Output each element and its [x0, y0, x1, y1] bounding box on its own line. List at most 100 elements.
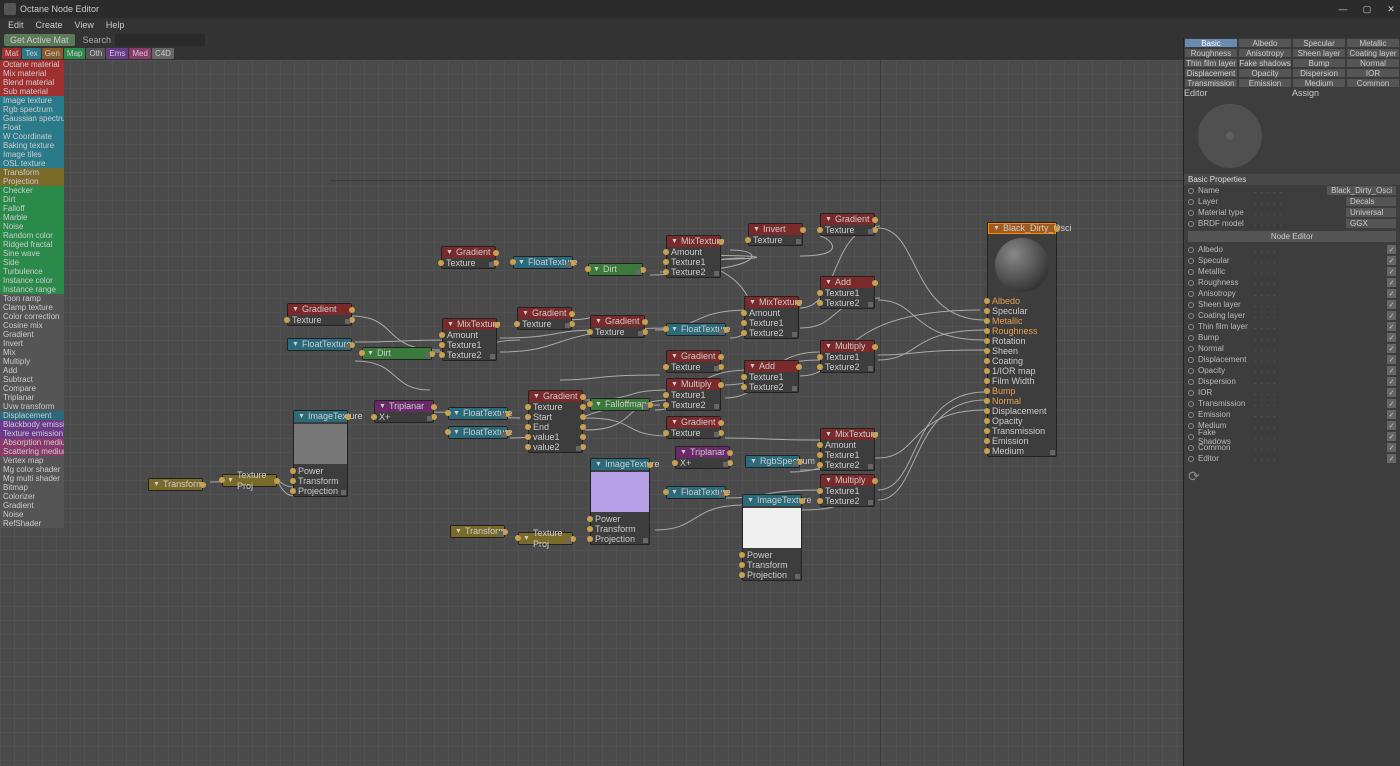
node-floattexture[interactable]: ▼FloatTexture — [666, 323, 726, 336]
sidebar-item[interactable]: Blend material — [0, 78, 64, 87]
keyframe-dot[interactable] — [1188, 210, 1194, 216]
checkbox[interactable]: ✓ — [1387, 322, 1396, 331]
sidebar-item[interactable]: Blackbody emission — [0, 420, 64, 429]
sidebar-item[interactable]: Turbulence — [0, 267, 64, 276]
node-texture-proj[interactable]: ▼Texture Proj — [222, 474, 277, 487]
keyframe-dot[interactable] — [1188, 368, 1194, 374]
node-imagetexture[interactable]: ▼ImageTexture Power Transform Projection — [590, 458, 650, 545]
checkbox[interactable]: ✓ — [1387, 256, 1396, 265]
sidebar-item[interactable]: Side — [0, 258, 64, 267]
sidebar-item[interactable]: Sub material — [0, 87, 64, 96]
keyframe-dot[interactable] — [1188, 247, 1194, 253]
sidebar-item[interactable]: Projection — [0, 177, 64, 186]
node-transform[interactable]: ▼Transform — [450, 525, 505, 538]
node-rgbspectrum[interactable]: ▼RgbSpectrum — [745, 455, 800, 468]
sidebar-item[interactable]: W Coordinate — [0, 132, 64, 141]
sidebar-item[interactable]: Falloff — [0, 204, 64, 213]
sidebar-item[interactable]: Image texture — [0, 96, 64, 105]
keyframe-dot[interactable] — [1188, 390, 1194, 396]
node-gradient[interactable]: ▼Gradient Texture — [441, 246, 496, 269]
sidebar-item[interactable]: Cosine mix — [0, 321, 64, 330]
get-active-mat-button[interactable]: Get Active Mat — [4, 34, 75, 46]
node-transform[interactable]: ▼Transform — [148, 478, 203, 491]
menu-create[interactable]: Create — [36, 20, 63, 30]
node-gradient[interactable]: ▼Gradient Texture — [590, 315, 645, 338]
prop-value[interactable]: GGX — [1346, 219, 1396, 228]
filter-chip-oth[interactable]: Oth — [86, 48, 105, 59]
filter-chip-mat[interactable]: Mat — [2, 48, 21, 59]
node-invert[interactable]: ▼Invert Texture — [748, 223, 803, 246]
tab-displacement[interactable]: Displacement — [1184, 68, 1238, 78]
tab-bump[interactable]: Bump — [1292, 58, 1346, 68]
sidebar-item[interactable]: Scattering medium — [0, 447, 64, 456]
keyframe-dot[interactable] — [1188, 434, 1194, 440]
checkbox[interactable]: ✓ — [1387, 443, 1396, 452]
checkbox[interactable]: ✓ — [1387, 300, 1396, 309]
tab-opacity[interactable]: Opacity — [1238, 68, 1292, 78]
node-gradient[interactable]: ▼Gradient Texture — [666, 350, 721, 373]
sidebar-item[interactable]: Dirt — [0, 195, 64, 204]
tab-fake-shadows[interactable]: Fake shadows — [1238, 58, 1292, 68]
checkbox[interactable]: ✓ — [1387, 410, 1396, 419]
node-gradient-multi[interactable]: ▼Gradient Texture Start End value1 value… — [528, 390, 583, 453]
checkbox[interactable]: ✓ — [1387, 355, 1396, 364]
sidebar-item[interactable]: Random color — [0, 231, 64, 240]
sidebar-item[interactable]: Absorption medium — [0, 438, 64, 447]
sidebar-item[interactable]: Colorizer — [0, 492, 64, 501]
node-add[interactable]: ▼Add Texture1 Texture2 — [744, 360, 799, 393]
keyframe-dot[interactable] — [1188, 221, 1194, 227]
tab-common[interactable]: Common — [1346, 78, 1400, 88]
node-mixtexture[interactable]: ▼MixTexture Amount Texture1 Texture2 — [666, 235, 721, 278]
keyframe-dot[interactable] — [1188, 412, 1194, 418]
tab-dispersion[interactable]: Dispersion — [1292, 68, 1346, 78]
tab-sheen-layer[interactable]: Sheen layer — [1292, 48, 1346, 58]
refresh-icon[interactable]: ⟳ — [1188, 468, 1200, 484]
sidebar-item[interactable]: Multiply — [0, 357, 64, 366]
node-floattexture[interactable]: ▼FloatTexture — [448, 407, 508, 420]
sidebar-item[interactable]: Toon ramp — [0, 294, 64, 303]
node-multiply[interactable]: ▼Multiply Texture1 Texture2 — [820, 340, 875, 373]
sidebar-item[interactable]: Displacement — [0, 411, 64, 420]
node-dirt[interactable]: ▼Dirt — [362, 347, 432, 360]
sidebar-item[interactable]: Texture emission — [0, 429, 64, 438]
close-button[interactable]: ✕ — [1386, 4, 1396, 14]
sidebar-item[interactable]: Image tiles — [0, 150, 64, 159]
tab-basic[interactable]: Basic — [1184, 38, 1238, 48]
sidebar-item[interactable]: Mix — [0, 348, 64, 357]
sidebar-item[interactable]: Clamp texture — [0, 303, 64, 312]
node-dirt[interactable]: ▼Dirt — [588, 263, 643, 276]
node-floattexture[interactable]: ▼FloatTexture — [666, 486, 726, 499]
sidebar-item[interactable]: Subtract — [0, 375, 64, 384]
tab-coating-layer[interactable]: Coating layer — [1346, 48, 1400, 58]
checkbox[interactable]: ✓ — [1387, 454, 1396, 463]
checkbox[interactable]: ✓ — [1387, 421, 1396, 430]
sidebar-item[interactable]: Ridged fractal — [0, 240, 64, 249]
checkbox[interactable]: ✓ — [1387, 432, 1396, 441]
keyframe-dot[interactable] — [1188, 302, 1194, 308]
sidebar-item[interactable]: Add — [0, 366, 64, 375]
node-triplanar[interactable]: ▼Triplanar X+ — [374, 400, 434, 423]
minimize-button[interactable]: — — [1338, 4, 1348, 14]
sidebar-item[interactable]: Marble — [0, 213, 64, 222]
checkbox[interactable]: ✓ — [1387, 377, 1396, 386]
checkbox[interactable]: ✓ — [1387, 267, 1396, 276]
node-imagetexture[interactable]: ▼ImageTexture Power Transform Projection — [742, 494, 802, 581]
node-add[interactable]: ▼Add Texture1 Texture2 — [820, 276, 875, 309]
tab-specular[interactable]: Specular — [1292, 38, 1346, 48]
filter-chip-map[interactable]: Map — [64, 48, 86, 59]
tab-roughness[interactable]: Roughness — [1184, 48, 1238, 58]
filter-chip-gen[interactable]: Gen — [42, 48, 63, 59]
tab-assign[interactable]: Assign — [1292, 88, 1400, 98]
sidebar-item[interactable]: Gradient — [0, 330, 64, 339]
checkbox[interactable]: ✓ — [1387, 278, 1396, 287]
sidebar-item[interactable]: Instance range — [0, 285, 64, 294]
checkbox[interactable]: ✓ — [1387, 344, 1396, 353]
keyframe-dot[interactable] — [1188, 199, 1194, 205]
checkbox[interactable]: ✓ — [1387, 311, 1396, 320]
sidebar-item[interactable]: Noise — [0, 222, 64, 231]
checkbox[interactable]: ✓ — [1387, 399, 1396, 408]
keyframe-dot[interactable] — [1188, 423, 1194, 429]
sidebar-item[interactable]: Checker — [0, 186, 64, 195]
keyframe-dot[interactable] — [1188, 258, 1194, 264]
keyframe-dot[interactable] — [1188, 269, 1194, 275]
